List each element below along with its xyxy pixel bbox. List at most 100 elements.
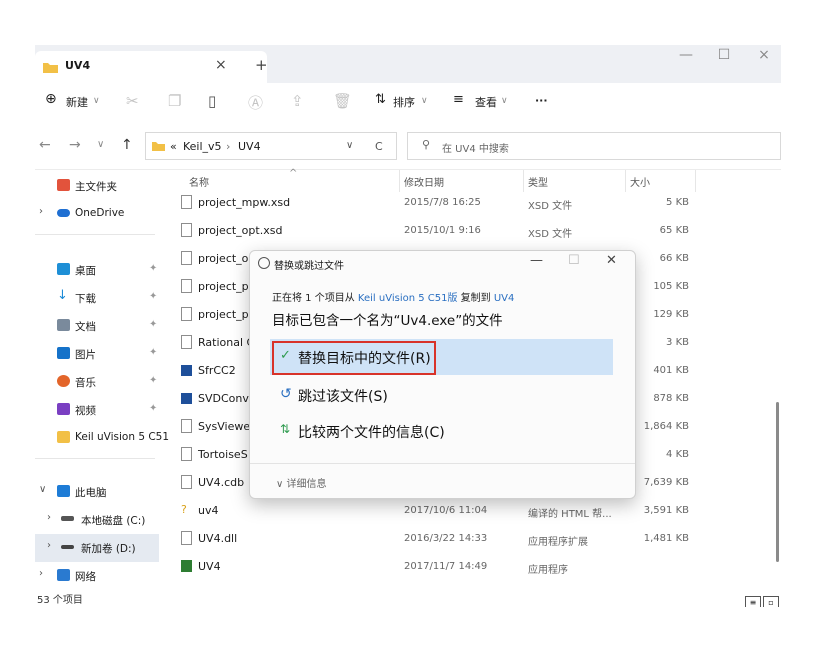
breadcrumb-keil[interactable]: Keil_v5 — [183, 140, 222, 153]
column-separator[interactable] — [625, 170, 626, 192]
file-name: SVDConv — [198, 392, 249, 405]
pin-icon[interactable]: ✦ — [149, 263, 157, 274]
file-icon — [181, 223, 192, 237]
new-button[interactable]: 新建 — [66, 94, 88, 110]
vertical-scrollbar[interactable] — [773, 170, 781, 595]
sidebar-item-documents[interactable]: 文档 ✦ — [35, 312, 167, 340]
navigation-pane: 主文件夹 › OneDrive 桌面 ✦ ↓ 下载 ✦ 文档 ✦ 图片 ✦ 音乐… — [35, 170, 169, 607]
dialog-minimize-button[interactable]: — — [530, 253, 543, 268]
column-header-name[interactable]: 名称 — [189, 174, 209, 189]
delete-icon[interactable]: 🗑 — [333, 92, 352, 110]
back-button[interactable]: ← — [39, 137, 51, 153]
sidebar-item-label: OneDrive — [75, 207, 125, 219]
dialog-close-button[interactable]: ✕ — [606, 253, 617, 268]
compare-button[interactable]: 比较两个文件的信息(C) — [298, 422, 445, 442]
address-bar[interactable]: « Keil_v5 › UV4 ∨ C — [145, 132, 397, 160]
desktop-icon — [57, 263, 70, 275]
sidebar-item-pictures[interactable]: 图片 ✦ — [35, 340, 167, 368]
more-options-button[interactable]: ··· — [535, 94, 548, 107]
sidebar-item-videos[interactable]: 视频 ✦ — [35, 396, 167, 424]
search-box[interactable]: ⚲ 在 UV4 中搜索 — [407, 132, 781, 160]
pin-icon[interactable]: ✦ — [149, 375, 157, 386]
sidebar-item-drive-d[interactable]: › 新加卷 (D:) — [35, 534, 159, 562]
file-type: XSD 文件 — [528, 201, 573, 212]
copy-text: 正在将 1 个项目从 — [272, 293, 355, 304]
replace-button[interactable]: 替换目标中的文件(R) — [298, 348, 431, 368]
sidebar-item-home[interactable]: 主文件夹 — [35, 172, 167, 200]
share-icon[interactable]: ⇪ — [291, 92, 304, 110]
refresh-icon[interactable]: C — [375, 140, 383, 153]
sidebar-item-desktop[interactable]: 桌面 ✦ — [35, 256, 167, 284]
rename-icon[interactable]: Ⓐ — [248, 92, 263, 113]
table-row[interactable]: UV4 2017/11/7 14:49 应用程序 — [167, 554, 767, 582]
maximize-button[interactable]: ☐ — [709, 47, 739, 63]
table-row[interactable]: ? uv4 2017/10/6 11:04 编译的 HTML 帮... 3,59… — [167, 498, 767, 526]
minimize-button[interactable]: — — [671, 47, 701, 63]
table-row[interactable]: project_mpw.xsd 2015/7/8 16:25 XSD 文件 5 … — [167, 190, 767, 218]
tiles-view-icon[interactable]: ▫ — [763, 596, 779, 607]
table-row[interactable]: UV4.dll 2016/3/22 14:33 应用程序扩展 1,481 KB — [167, 526, 767, 554]
sidebar-item-downloads[interactable]: ↓ 下载 ✦ — [35, 284, 167, 312]
file-date: 2015/7/8 16:25 — [404, 197, 481, 208]
chevron-down-icon[interactable]: ∨ — [39, 484, 46, 495]
breadcrumb-uv4[interactable]: UV4 — [238, 140, 261, 153]
column-separator[interactable] — [399, 170, 400, 192]
chevron-right-icon[interactable]: › — [47, 512, 51, 523]
sidebar-item-label: 视频 — [75, 405, 96, 417]
sidebar-item-keil[interactable]: Keil uVision 5 C51 — [35, 424, 169, 452]
source-folder-link[interactable]: Keil uVision 5 C51版 — [358, 293, 458, 304]
sidebar-item-this-pc[interactable]: ∨ 此电脑 — [35, 478, 167, 506]
pin-icon[interactable]: ✦ — [149, 403, 157, 414]
tab-close-icon[interactable]: × — [215, 57, 227, 73]
compare-icon: ⇅ — [280, 422, 291, 436]
scrollbar-thumb[interactable] — [776, 402, 779, 562]
chevron-right-icon[interactable]: › — [47, 540, 51, 551]
cut-icon[interactable]: ✂ — [126, 92, 139, 110]
chevron-right-icon[interactable]: › — [39, 206, 43, 217]
dll-file-icon — [181, 531, 192, 545]
file-name: project_pr — [198, 308, 254, 321]
column-header-type[interactable]: 类型 — [528, 174, 548, 189]
sidebar-item-music[interactable]: 音乐 ✦ — [35, 368, 167, 396]
column-separator[interactable] — [523, 170, 524, 192]
file-name: UV4 — [198, 560, 221, 573]
folder-icon — [57, 431, 70, 443]
application-icon — [181, 393, 192, 404]
file-icon — [181, 447, 192, 461]
address-dropdown-icon[interactable]: ∨ — [346, 140, 353, 151]
tab-uv4[interactable]: UV4 × — [35, 51, 267, 83]
sidebar-item-onedrive[interactable]: › OneDrive — [35, 200, 167, 228]
column-separator[interactable] — [695, 170, 696, 192]
copy-description: 正在将 1 个项目从 Keil uVision 5 C51版 复制到 UV4 — [272, 289, 514, 304]
view-button[interactable]: 查看 — [475, 94, 497, 110]
details-view-icon[interactable]: ≡ — [745, 596, 761, 607]
column-header-date[interactable]: 修改日期 — [404, 174, 444, 189]
sidebar-item-label: 图片 — [75, 349, 96, 361]
drive-icon — [61, 516, 74, 521]
file-date: 2016/3/22 14:33 — [404, 533, 488, 544]
up-button[interactable]: ↑ — [121, 137, 133, 153]
destination-folder-link[interactable]: UV4 — [494, 293, 515, 304]
more-details-toggle[interactable]: ∨ 详细信息 — [276, 475, 327, 490]
table-row[interactable]: project_opt.xsd 2015/10/1 9:16 XSD 文件 65… — [167, 218, 767, 246]
chevron-down-icon: ∨ — [276, 479, 284, 490]
uv4-app-icon — [181, 560, 192, 572]
copy-icon[interactable]: ❐ — [168, 92, 181, 110]
paste-icon[interactable]: ▯ — [208, 92, 216, 110]
breadcrumb-prefix: « — [170, 140, 177, 153]
skip-button[interactable]: 跳过该文件(S) — [298, 386, 388, 406]
chevron-right-icon[interactable]: › — [39, 568, 43, 579]
pin-icon[interactable]: ✦ — [149, 291, 157, 302]
pin-icon[interactable]: ✦ — [149, 319, 157, 330]
forward-button[interactable]: → — [69, 137, 81, 153]
pin-icon[interactable]: ✦ — [149, 347, 157, 358]
new-tab-button[interactable]: + — [255, 56, 268, 74]
network-icon — [57, 569, 70, 581]
recent-locations-button[interactable]: ∨ — [97, 139, 104, 150]
column-header-size[interactable]: 大小 — [630, 174, 650, 189]
close-button[interactable]: × — [749, 47, 779, 63]
sidebar-item-drive-c[interactable]: › 本地磁盘 (C:) — [35, 506, 167, 534]
sort-icon: ⇅ — [375, 92, 386, 107]
sort-button[interactable]: 排序 — [393, 94, 415, 110]
sidebar-item-network[interactable]: › 网络 — [35, 562, 167, 590]
